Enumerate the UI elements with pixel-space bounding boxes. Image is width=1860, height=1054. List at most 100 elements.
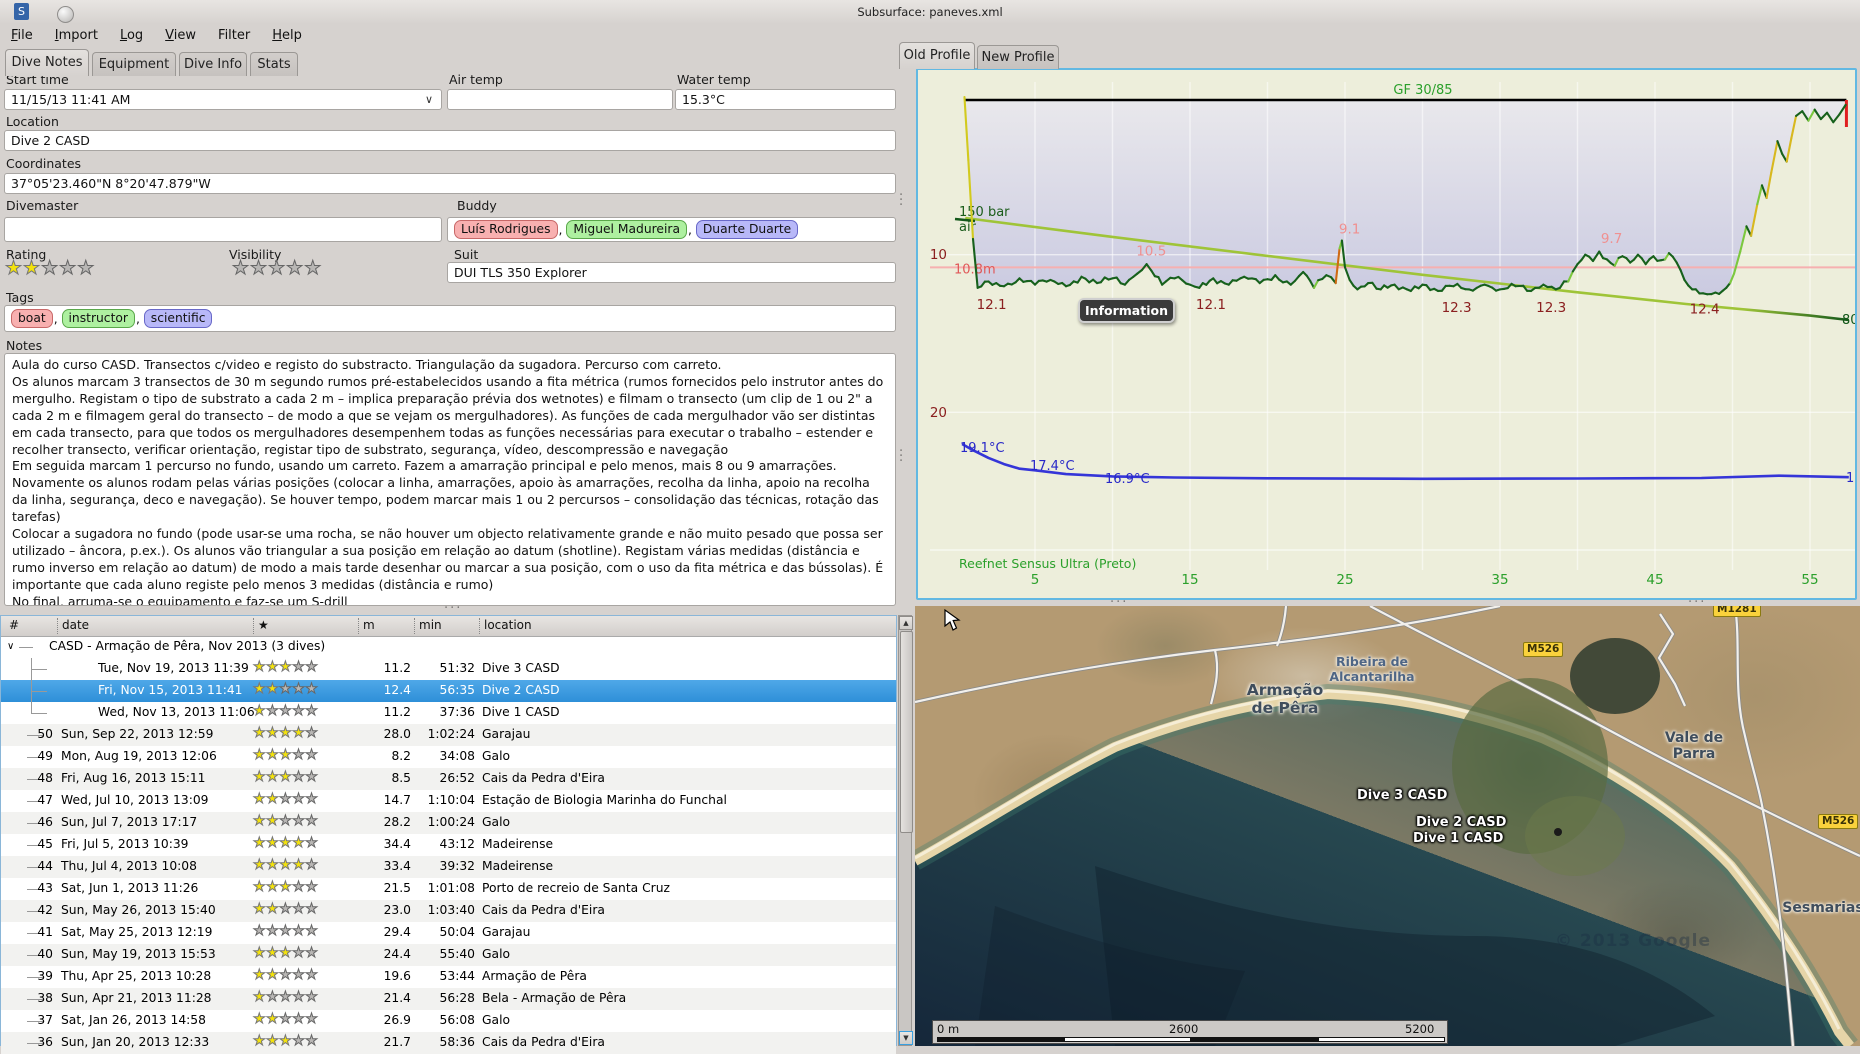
coordinates-input[interactable]: 37°05'23.460"N 8°20'47.879"W [4,173,896,194]
dive-list: # date ★ m min location ∨CASD - Armação de Pê… [0,615,897,1046]
collapse-caret[interactable]: ∨ [7,641,14,652]
table-row[interactable]: 44Thu, Jul 4, 2013 10:08★★★★★33.439:32Ma… [1,856,896,878]
star-filled-icon: ★ [266,725,279,741]
column-header-5[interactable]: location [479,618,532,634]
table-row[interactable]: 41Sat, May 25, 2013 12:19★★★★★29.450:04G… [1,922,896,944]
tag-pill[interactable]: scientific [144,309,213,328]
tab-dive-notes[interactable]: Dive Notes [5,49,89,76]
menu-filter[interactable]: Filter [214,26,254,45]
time-tick: 25 [1336,572,1353,588]
peak-annotation: 10.5 [1136,244,1166,260]
table-row[interactable]: 38Sun, Apr 21, 2013 11:28★★★★★21.456:28B… [1,988,896,1010]
column-header-3[interactable]: m [358,618,375,634]
tag-pill[interactable]: instructor [62,309,135,328]
column-header-2[interactable]: ★ [253,618,269,634]
table-row[interactable]: 50Sun, Sep 22, 2013 12:59★★★★★28.01:02:2… [1,724,896,746]
column-header-1[interactable]: date [57,618,89,634]
table-row[interactable]: 39Thu, Apr 25, 2013 10:28★★★★★19.653:44A… [1,966,896,988]
star-empty-icon: ★ [305,725,318,741]
dive-profile-chart[interactable]: 10.8m150 barair8019.1°C17.4°C16.9°C16GF … [916,68,1857,600]
suit-label: Suit [454,247,478,262]
scroll-up-button[interactable]: ▲ [899,616,913,630]
star-filled-icon: ★ [23,257,41,279]
table-row[interactable]: 36Sun, Jan 20, 2013 12:33★★★★★21.758:36C… [1,1032,896,1054]
table-row[interactable]: 37Sat, Jan 26, 2013 14:58★★★★★26.956:08G… [1,1010,896,1032]
star-filled-icon: ★ [5,257,23,279]
star-empty-icon: ★ [305,769,318,785]
road-badge: M526 [1818,814,1858,829]
information-tooltip[interactable]: Information [1078,298,1175,323]
dive-site-map[interactable]: Armação de PêraRibeira de AlcantarilhaVa… [915,606,1860,1046]
notes-textarea[interactable]: Aula do curso CASD. Transectos c/video e… [4,353,896,606]
location-input[interactable]: Dive 2 CASD [4,130,896,151]
water-temp-input[interactable]: 15.3°C [675,89,896,110]
star-filled-icon: ★ [279,725,292,741]
chevron-down-icon[interactable]: ∨ [425,93,433,106]
menu-file[interactable]: File [7,26,37,45]
divemaster-input[interactable] [4,217,442,242]
table-row[interactable]: 43Sat, Jun 1, 2013 11:26★★★★★21.51:01:08… [1,878,896,900]
vertical-splitter-handle[interactable]: ··· [899,193,905,208]
scroll-down-button[interactable]: ▼ [899,1031,913,1045]
star-empty-icon: ★ [279,901,292,917]
table-row[interactable]: 49Mon, Aug 19, 2013 12:06★★★★★8.234:08Ga… [1,746,896,768]
vertical-splitter-handle[interactable]: ··· [899,449,905,464]
star-filled-icon: ★ [253,901,266,917]
table-row[interactable]: Wed, Nov 13, 2013 11:06★★★★★11.237:36Div… [1,702,896,724]
tab-old-profile[interactable]: Old Profile [899,42,975,69]
table-row[interactable]: 40Sun, May 19, 2013 15:53★★★★★24.455:40G… [1,944,896,966]
table-row[interactable]: 47Wed, Jul 10, 2013 13:09★★★★★14.71:10:0… [1,790,896,812]
star-empty-icon: ★ [279,813,292,829]
buddy-input[interactable]: Luís Rodrigues, Miguel Madureira, Duarte… [447,217,896,242]
tab-new-profile[interactable]: New Profile [977,45,1059,69]
tag-pill[interactable]: Miguel Madureira [566,220,687,239]
scrollbar-thumb[interactable] [900,631,913,833]
menu-import[interactable]: Import [51,26,102,45]
star-empty-icon: ★ [279,989,292,1005]
star-empty-icon: ★ [279,923,292,939]
start-time-combo[interactable]: 11/15/13 11:41 AM ∨ [4,89,442,110]
scale-label: 0 m [937,1022,959,1036]
dive-group-row[interactable]: ∨CASD - Armação de Pêra, Nov 2013 (3 div… [1,636,896,658]
dive-list-header[interactable]: # date ★ m min location [1,616,896,637]
dive-site-label: Dive 2 CASD [1416,815,1506,830]
air-temp-input[interactable] [447,89,673,110]
column-header-4[interactable]: min [414,618,442,634]
dive-list-scrollbar[interactable]: ▲ ▼ [898,615,912,1046]
menu-help[interactable]: Help [268,26,306,45]
tag-pill[interactable]: Duarte Duarte [696,220,798,239]
table-row[interactable]: 45Fri, Jul 5, 2013 10:39★★★★★34.443:12Ma… [1,834,896,856]
table-row[interactable]: 46Sun, Jul 7, 2013 17:17★★★★★28.21:00:24… [1,812,896,834]
table-row[interactable]: Fri, Nov 15, 2013 11:41★★★★★12.456:35Div… [1,680,896,702]
tag-pill[interactable]: Luís Rodrigues [454,220,558,239]
tree-branch [31,669,47,670]
divemaster-label: Divemaster [6,198,78,213]
table-row[interactable]: 48Fri, Aug 16, 2013 15:11★★★★★8.526:52Ca… [1,768,896,790]
map-attribution: © 2013 Google [1555,931,1711,951]
suit-input[interactable]: DUI TLS 350 Explorer [447,262,896,283]
table-row[interactable]: Tue, Nov 19, 2013 11:39★★★★★11.251:32Div… [1,658,896,680]
star-empty-icon: ★ [292,769,305,785]
title-bar[interactable]: S Subsurface: paneves.xml [0,0,1860,24]
star-empty-icon: ★ [250,257,268,279]
splitter-handle[interactable]: ··· [444,601,462,616]
scale-segment [1191,1037,1318,1042]
star-filled-icon: ★ [266,681,279,697]
tab-dive-info[interactable]: Dive Info [179,52,247,76]
column-header-0[interactable]: # [5,618,19,634]
star-empty-icon: ★ [292,659,305,675]
tag-pill[interactable]: boat [11,309,53,328]
tab-stats[interactable]: Stats [250,52,298,76]
table-row[interactable]: 42Sun, May 26, 2013 15:40★★★★★23.01:03:4… [1,900,896,922]
star-filled-icon: ★ [279,747,292,763]
star-empty-icon: ★ [292,967,305,983]
tab-equipment[interactable]: Equipment [92,52,176,76]
menu-view[interactable]: View [161,26,200,45]
visibility-stars[interactable]: ★★★★★ [232,257,322,279]
tags-input[interactable]: boat, instructor, scientific [4,305,896,332]
star-empty-icon: ★ [253,923,266,939]
menu-log[interactable]: Log [116,26,147,45]
star-empty-icon: ★ [266,923,279,939]
rating-stars[interactable]: ★★★★★ [5,257,95,279]
dive-computer-label: Reefnet Sensus Ultra (Preto) [959,556,1136,571]
